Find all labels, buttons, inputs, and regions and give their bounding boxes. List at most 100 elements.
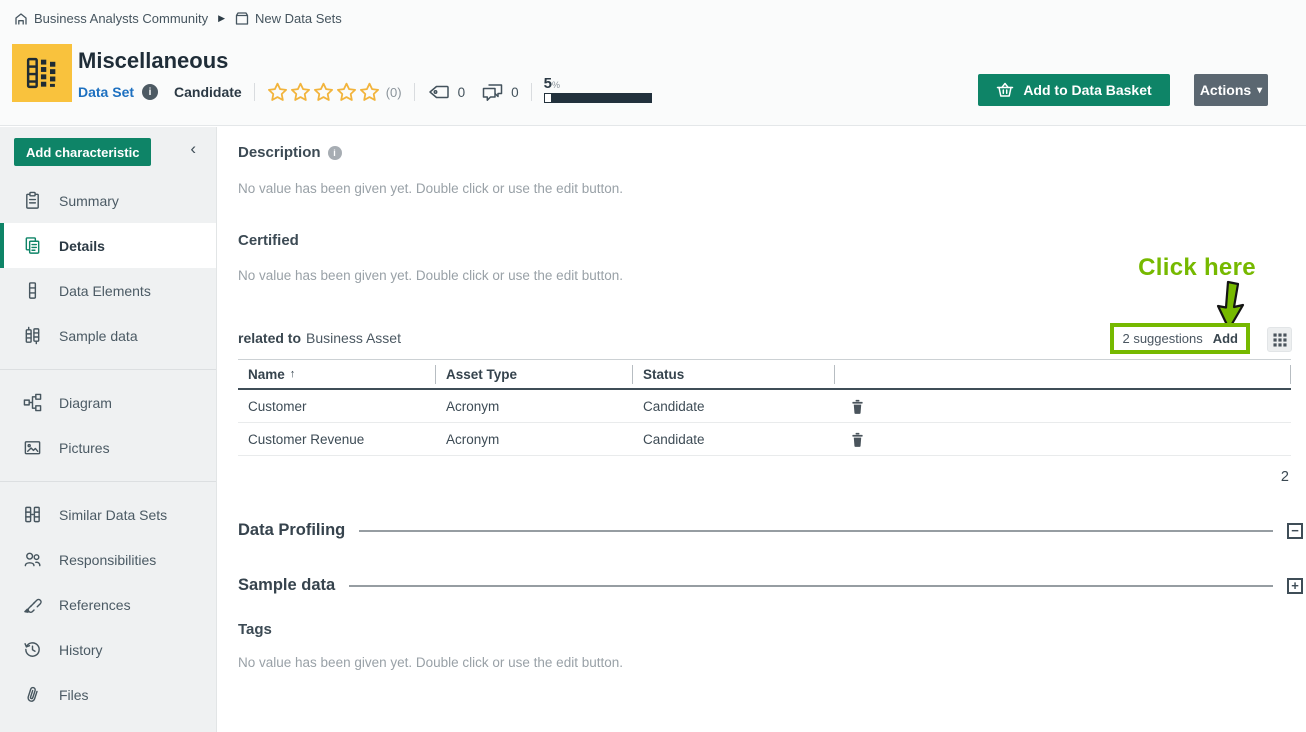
sidebar-item-sample-data[interactable]: Sample data: [0, 313, 216, 358]
expand-section-icon[interactable]: +: [1287, 578, 1303, 594]
tags-placeholder[interactable]: No value has been given yet. Double clic…: [238, 655, 623, 670]
relation-table: Name ↑ Asset Type Status Customer Acrony…: [238, 359, 1291, 456]
delete-relation-button[interactable]: [849, 430, 866, 449]
add-characteristic-button[interactable]: Add characteristic: [14, 138, 151, 166]
sidebar-item-diagram[interactable]: Diagram: [0, 380, 216, 425]
delete-relation-button[interactable]: [849, 397, 866, 416]
actions-button[interactable]: Actions ▾: [1194, 74, 1268, 106]
paperclip-icon: [22, 685, 42, 705]
tags-count: 0: [458, 85, 466, 100]
star-icon: [359, 82, 380, 102]
diagram-nodes-icon: [22, 393, 42, 413]
breadcrumb-domain-label: New Data Sets: [255, 11, 342, 26]
sidebar-item-similar-data-sets[interactable]: Similar Data Sets: [0, 492, 216, 537]
people-icon: [22, 550, 42, 570]
sidebar-item-data-elements[interactable]: Data Elements: [0, 268, 216, 313]
history-clock-icon: [22, 640, 42, 660]
link-icon: [22, 595, 42, 615]
sidebar-item-responsibilities[interactable]: Responsibilities: [0, 537, 216, 582]
star-icon: [336, 82, 357, 102]
community-icon: [14, 12, 28, 26]
status-badge: Candidate: [174, 84, 242, 100]
tags-counter[interactable]: 0: [427, 84, 466, 100]
description-section-title: Description i: [238, 144, 342, 161]
sidebar-item-label: Similar Data Sets: [59, 507, 167, 523]
domain-icon: [235, 12, 249, 25]
add-relation-button[interactable]: Add: [1213, 331, 1238, 346]
cell-name[interactable]: Customer Revenue: [238, 432, 436, 447]
click-here-annotation: Click here: [1126, 254, 1268, 282]
column-icon: [22, 281, 42, 301]
relation-role-label: related to: [238, 330, 301, 346]
app-window: Business Analysts Community ▶ New Data S…: [0, 0, 1306, 732]
trash-icon: [851, 432, 864, 447]
divider: [414, 83, 415, 101]
dataset-asset-icon: [12, 44, 72, 102]
table-row: Customer Revenue Acronym Candidate: [238, 423, 1291, 456]
cell-status: Candidate: [633, 432, 835, 447]
actions-label: Actions: [1200, 82, 1251, 98]
sidebar-item-history[interactable]: History: [0, 627, 216, 672]
cell-asset-type: Acronym: [436, 432, 633, 447]
tag-icon: [427, 84, 451, 100]
section-rule: [349, 585, 1273, 587]
sidebar-item-summary[interactable]: Summary: [0, 178, 216, 223]
suggestions-add-button[interactable]: 2 suggestions Add: [1110, 323, 1250, 354]
collapse-section-icon[interactable]: −: [1287, 523, 1303, 539]
breadcrumb: Business Analysts Community ▶ New Data S…: [14, 11, 342, 26]
sidebar-item-label: History: [59, 642, 103, 658]
sidebar-item-label: Pictures: [59, 440, 110, 456]
sidebar-nav: Summary Details Data Elements Sample dat…: [0, 178, 216, 717]
rating-stars[interactable]: [267, 82, 380, 102]
picture-icon: [22, 438, 42, 458]
column-header-status[interactable]: Status: [633, 365, 835, 384]
divider: [531, 83, 532, 101]
table-options-button[interactable]: [1267, 327, 1292, 352]
breadcrumb-community-label: Business Analysts Community: [34, 11, 208, 26]
sidebar-item-pictures[interactable]: Pictures: [0, 425, 216, 470]
sidebar-item-details[interactable]: Details: [0, 223, 216, 268]
sidebar-item-label: Details: [59, 238, 105, 254]
sidebar-item-label: Files: [59, 687, 89, 703]
trash-icon: [851, 399, 864, 414]
description-info-icon[interactable]: i: [328, 146, 342, 160]
sidebar: Add characteristic ‹ Summary Details Dat…: [0, 127, 217, 732]
sidebar-item-files[interactable]: Files: [0, 672, 216, 717]
asset-type-info-icon[interactable]: i: [142, 84, 158, 100]
table-header-row: Name ↑ Asset Type Status: [238, 359, 1291, 390]
breadcrumb-domain-link[interactable]: New Data Sets: [235, 11, 342, 26]
comments-counter[interactable]: 0: [481, 82, 519, 102]
rating-count: (0): [386, 85, 402, 100]
column-header-name[interactable]: Name ↑: [238, 365, 436, 384]
sidebar-item-references[interactable]: References: [0, 582, 216, 627]
column-header-asset-type[interactable]: Asset Type: [436, 365, 633, 384]
star-icon: [290, 82, 311, 102]
cell-name[interactable]: Customer: [238, 399, 436, 414]
sidebar-collapse-icon[interactable]: ‹: [190, 139, 196, 159]
certified-placeholder[interactable]: No value has been given yet. Double clic…: [238, 268, 623, 283]
suggestions-count-label[interactable]: 2 suggestions: [1122, 331, 1202, 346]
basket-icon: [996, 82, 1014, 98]
data-profiling-section-header: Data Profiling −: [238, 521, 1303, 540]
page-header: Business Analysts Community ▶ New Data S…: [0, 0, 1306, 126]
relation-total-count: 2: [238, 469, 1291, 485]
sample-data-title: Sample data: [238, 576, 335, 595]
asset-meta-row: Data Set i Candidate (0) 0: [78, 79, 652, 105]
description-placeholder[interactable]: No value has been given yet. Double clic…: [238, 181, 623, 196]
sort-asc-icon: ↑: [290, 368, 296, 380]
certified-section-title: Certified: [238, 232, 299, 249]
tags-section-title: Tags: [238, 621, 272, 638]
data-profiling-title: Data Profiling: [238, 521, 345, 540]
relation-section-title: related to Business Asset: [238, 330, 401, 346]
grid-icon: [1273, 333, 1287, 347]
asset-type-link[interactable]: Data Set: [78, 84, 134, 100]
page-title: Miscellaneous: [78, 48, 228, 74]
sample-columns-icon: [22, 326, 42, 346]
completeness-indicator: 5%: [544, 77, 652, 103]
sidebar-item-label: Diagram: [59, 395, 112, 411]
clipboard-icon: [22, 191, 42, 211]
completeness-label: 5%: [544, 77, 652, 92]
cell-actions: [835, 397, 1291, 416]
add-to-data-basket-button[interactable]: Add to Data Basket: [978, 74, 1170, 106]
breadcrumb-community-link[interactable]: Business Analysts Community: [14, 11, 208, 26]
